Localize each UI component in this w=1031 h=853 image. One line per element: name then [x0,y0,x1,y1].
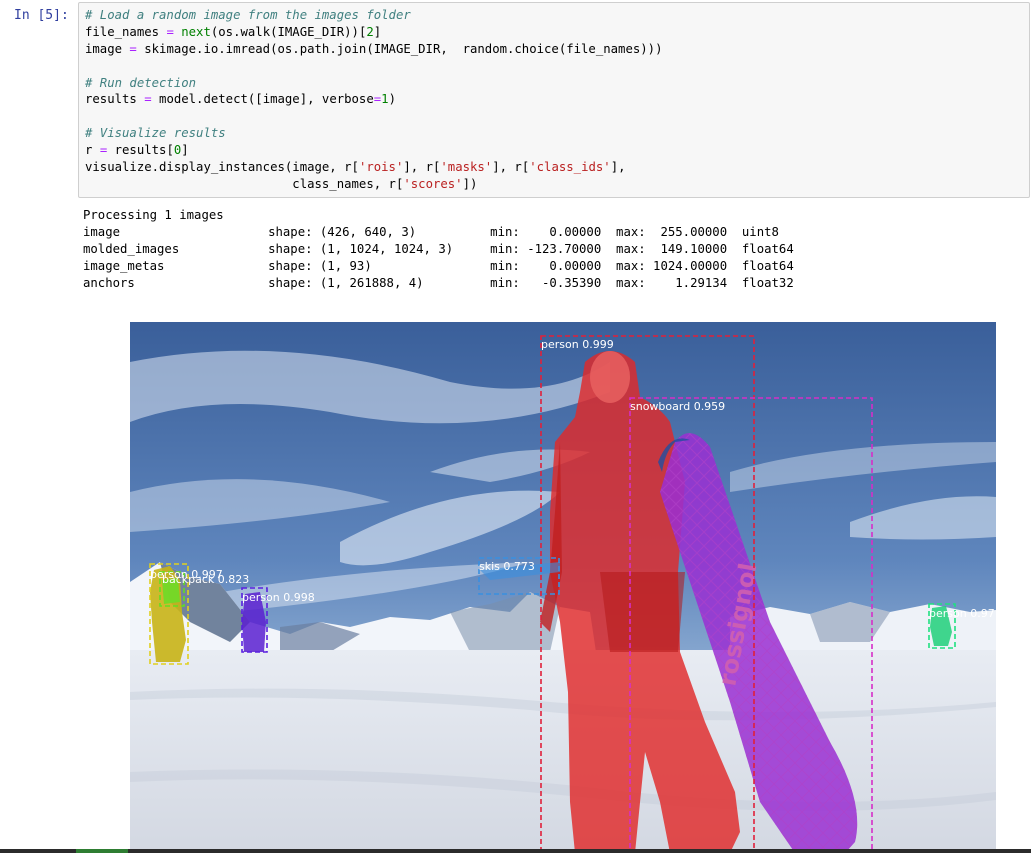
code-token: image [85,41,130,56]
code-token: = [144,92,152,107]
code-token: ] [373,24,382,39]
cell-output-text: Processing 1 images image shape: (426, 64… [83,207,794,292]
code-line: # Visualize results [85,125,662,142]
detection-label: person 0.97 [929,607,995,620]
code-token: ], r[ [492,160,530,175]
code-line: file_names = next(os.walk(IMAGE_DIR))[2] [85,24,662,41]
code-token: # Visualize results [85,126,226,141]
code-token: 2 [366,24,374,39]
output-line: molded_images shape: (1, 1024, 1024, 3) … [83,242,794,256]
code-token: # Run detection [85,75,197,90]
detection-label: snowboard 0.959 [630,400,725,413]
code-line: results = model.detect([image], verbose=… [85,91,662,108]
code-token: model.detect([image], verbose [151,92,374,107]
code-token: file_names [85,24,167,39]
detection-label: backpack 0.823 [162,573,249,586]
code-token: r [85,143,100,158]
code-token: 1 [381,92,389,107]
code-token: = [166,24,174,39]
code-token: ) [388,92,396,107]
code-line: # Run detection [85,75,662,92]
code-line: visualize.display_instances(image, r['ro… [85,159,662,176]
code-token: 'masks' [440,160,493,175]
code-token: ], [610,160,626,175]
code-line: image = skimage.io.imread(os.path.join(I… [85,41,662,58]
code-token: class_names, r[ [85,176,404,191]
code-token: 'rois' [358,160,404,175]
output-line: anchors shape: (1, 261888, 4) min: -0.35… [83,276,794,290]
code-line: r = results[0] [85,142,662,159]
code-token: = [129,41,137,56]
detection-label: person 0.999 [541,338,614,351]
code-editor[interactable]: # Load a random image from the images fo… [85,7,662,193]
output-line: image_metas shape: (1, 93) min: 0.00000 … [83,259,794,273]
detection-label: skis 0.773 [479,560,535,573]
code-token: ], r[ [403,160,441,175]
code-line: # Load a random image from the images fo… [85,7,662,24]
code-token: # Load a random image from the images fo… [85,8,411,22]
cell-prompt: In [5]: [14,8,69,23]
code-token: (os.walk(IMAGE_DIR))[ [210,24,367,39]
code-token: results [85,92,145,107]
code-token: results[ [107,143,174,158]
code-token: ]) [462,176,478,191]
code-token: 'class_ids' [529,160,611,175]
code-token: ] [181,143,189,158]
output-line: Processing 1 images [83,208,224,222]
output-line: image shape: (426, 640, 3) min: 0.00000 … [83,225,779,239]
code-token: 'scores' [403,176,463,191]
detection-label: person 0.998 [242,591,315,604]
code-token: visualize.display_instances(image, r[ [85,160,359,175]
code-token: skimage.io.imread(os.path.join(IMAGE_DIR… [136,41,663,56]
code-token: next [181,24,211,39]
detection-figure: rossignol person 0.999 snowboard 0.959 s… [130,322,996,853]
horizontal-scrollbar[interactable] [0,849,1031,853]
snow-ground [130,650,996,853]
code-line: class_names, r['scores']) [85,176,662,193]
code-cell-input[interactable]: # Load a random image from the images fo… [78,2,1030,198]
scrollbar-thumb[interactable] [76,849,128,853]
detection-image: rossignol person 0.999 snowboard 0.959 s… [130,322,996,853]
